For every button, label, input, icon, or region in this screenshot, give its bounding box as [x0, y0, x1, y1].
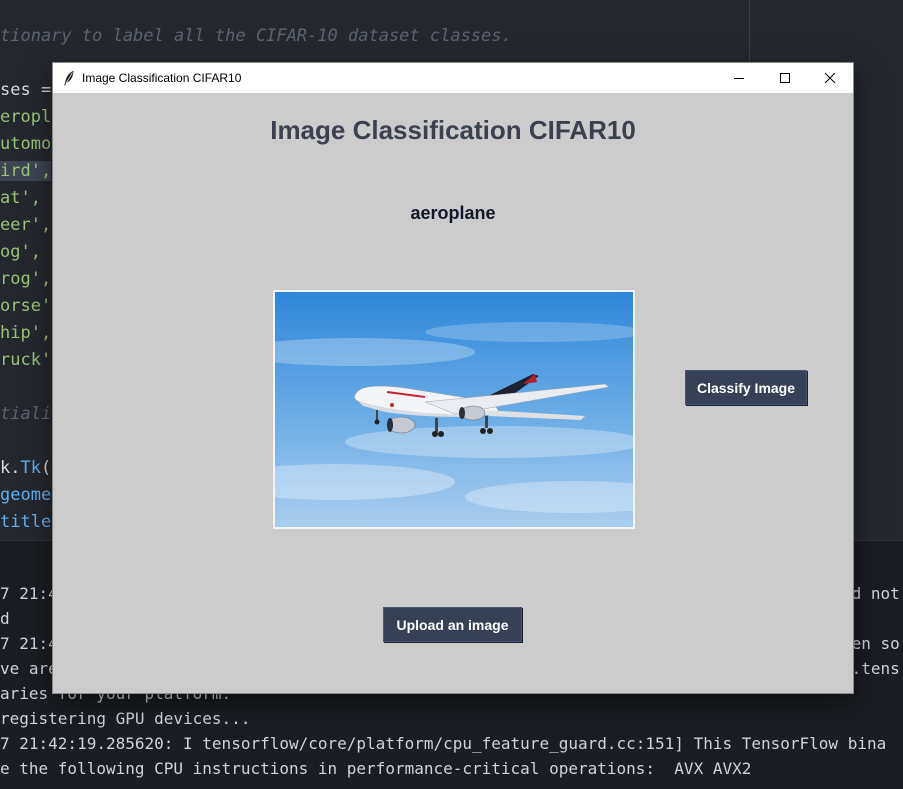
code-line: at',: [0, 188, 41, 208]
code-line: hip',: [0, 323, 52, 343]
code-token: (: [40, 458, 52, 478]
terminal-line: ve are: [0, 659, 58, 678]
code-line: ruck': [0, 350, 52, 370]
terminal-line: registering GPU devices...: [0, 709, 251, 728]
classify-image-button[interactable]: Classify Image: [685, 370, 807, 405]
close-button[interactable]: [807, 63, 853, 93]
code-token: k.: [0, 458, 21, 478]
airplane-photo: [275, 292, 633, 527]
upload-image-button[interactable]: Upload an image: [383, 607, 522, 642]
minimize-icon: [734, 78, 744, 79]
maximize-button[interactable]: [762, 63, 808, 93]
terminal-line: d: [0, 609, 10, 628]
page-title: Image Classification CIFAR10: [270, 115, 636, 145]
close-icon: [824, 72, 836, 84]
terminal-line: 7 21:42:19.285620: I tensorflow/core/pla…: [0, 734, 887, 753]
code-line: tionary to label all the CIFAR-10 datase…: [0, 26, 512, 46]
code-line: k.Tk(: [0, 458, 51, 478]
window-title: Image Classification CIFAR10: [82, 71, 242, 85]
feather-icon: [64, 70, 74, 86]
app-window: Image Classification CIFAR10 Image Class…: [53, 63, 853, 693]
code-line: rog',: [0, 269, 52, 289]
terminal-line: e the following CPU instructions in perf…: [0, 759, 752, 778]
code-line: ird',: [0, 161, 52, 181]
code-token: title: [0, 512, 52, 532]
maximize-icon: [780, 73, 790, 83]
terminal-line: 7 21:4: [0, 584, 58, 603]
code-line: og',: [0, 242, 41, 262]
minimize-button[interactable]: [716, 63, 762, 93]
code-selection: ird',: [0, 161, 52, 181]
window-titlebar[interactable]: Image Classification CIFAR10: [53, 63, 853, 93]
prediction-label: aeroplane: [410, 203, 496, 223]
terminal-line: 7 21:4: [0, 634, 58, 653]
uploaded-image: [273, 290, 635, 529]
code-line: eer',: [0, 215, 52, 235]
code-token: Tk: [20, 458, 41, 478]
